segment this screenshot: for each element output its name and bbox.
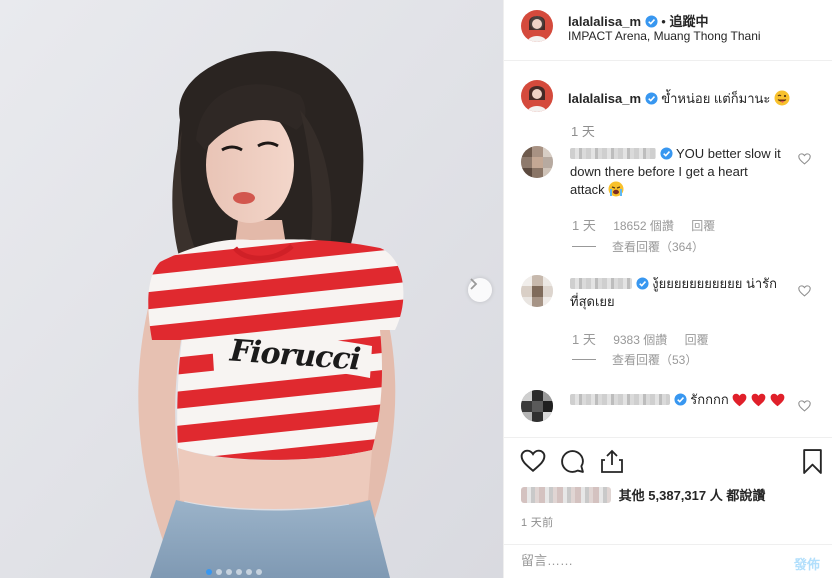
red-heart-emoji-icon [770, 393, 784, 407]
verified-badge-icon [674, 393, 687, 406]
next-photo-button[interactable] [468, 278, 492, 302]
post-side-panel: lalalalisa_m • 追蹤中 IMPACT Arena, Muang T… [503, 0, 832, 578]
post-photo[interactable]: Fiorucci [0, 0, 503, 578]
carousel-dot [236, 569, 242, 575]
blurred-avatar [521, 146, 553, 178]
comment-bubble-icon[interactable] [560, 449, 585, 474]
likes-summary[interactable]: 其他 5,387,317 人 都說讚 [521, 485, 765, 504]
blurred-username[interactable] [570, 148, 656, 159]
caption-username[interactable]: lalalalisa_m [568, 91, 641, 106]
post-actions: 其他 5,387,317 人 都說讚 1 天前 發佈 [504, 437, 832, 578]
caption-time: 1 天 [571, 124, 595, 139]
follow-separator: • [661, 14, 666, 29]
red-heart-emoji-icon [732, 393, 747, 407]
profile-photo [521, 10, 553, 42]
verified-badge-icon [645, 92, 658, 105]
likes-suffix: 人 都說讚 [709, 488, 766, 503]
comment-likes[interactable]: 18652 個讚 [613, 219, 674, 233]
replies-divider [572, 246, 596, 247]
commenter-avatar[interactable] [521, 275, 553, 307]
reply-button[interactable]: 回覆 [685, 333, 709, 347]
reply-button[interactable]: 回覆 [691, 219, 715, 233]
avatar[interactable] [521, 10, 553, 42]
commenter-avatar[interactable] [521, 390, 553, 422]
location-link[interactable]: IMPACT Arena, Muang Thong Thani [568, 29, 761, 43]
photo-illustration [0, 0, 503, 578]
blurred-username[interactable] [570, 394, 670, 405]
post-comment-button[interactable]: 發佈 [794, 554, 820, 573]
blurred-likers [521, 487, 611, 503]
like-comment-heart-icon[interactable] [798, 153, 811, 165]
carousel-dot [256, 569, 262, 575]
comment-likes[interactable]: 9383 個讚 [613, 333, 667, 347]
chevron-right-icon [470, 278, 478, 290]
comment-input[interactable] [521, 553, 761, 568]
caption-text: ข้ำหน่อย แต่ก็มานะ [661, 91, 771, 106]
comment-time: 1 天 [572, 218, 596, 233]
carousel-indicator [206, 569, 262, 575]
red-heart-emoji-icon [751, 393, 766, 407]
like-comment-heart-icon[interactable] [798, 400, 811, 412]
blurred-username[interactable] [570, 278, 632, 289]
save-bookmark-icon[interactable] [802, 449, 823, 474]
blurred-avatar [521, 390, 553, 422]
carousel-dot [206, 569, 212, 575]
tongue-wink-emoji-icon [774, 90, 790, 106]
comment-time: 1 天 [572, 332, 596, 347]
comment-text: รักกกก [690, 392, 729, 407]
following-button[interactable]: 追蹤中 [669, 14, 708, 29]
likes-count: 5,387,317 [648, 488, 707, 503]
view-replies-button[interactable]: 查看回覆（53） [612, 353, 697, 367]
username[interactable]: lalalalisa_m [568, 14, 641, 29]
carousel-dot [216, 569, 222, 575]
view-replies-button[interactable]: 查看回覆（364） [612, 240, 704, 254]
commenter-avatar[interactable] [521, 146, 553, 178]
verified-badge-icon [645, 15, 658, 28]
avatar[interactable] [521, 80, 553, 112]
like-comment-heart-icon[interactable] [798, 285, 811, 297]
blurred-avatar [521, 275, 553, 307]
carousel-dot [246, 569, 252, 575]
crying-emoji-icon [608, 181, 624, 197]
add-comment-bar: 發佈 [504, 544, 832, 578]
likes-prefix: 其他 [618, 488, 645, 503]
carousel-dot [226, 569, 232, 575]
verified-badge-icon [636, 277, 649, 290]
replies-divider [572, 359, 596, 360]
share-icon[interactable] [600, 449, 624, 474]
verified-badge-icon [660, 147, 673, 160]
profile-photo [521, 80, 553, 112]
post-header: lalalalisa_m • 追蹤中 IMPACT Arena, Muang T… [504, 0, 832, 61]
like-heart-icon[interactable] [520, 449, 546, 473]
post-timestamp[interactable]: 1 天前 [521, 514, 553, 530]
